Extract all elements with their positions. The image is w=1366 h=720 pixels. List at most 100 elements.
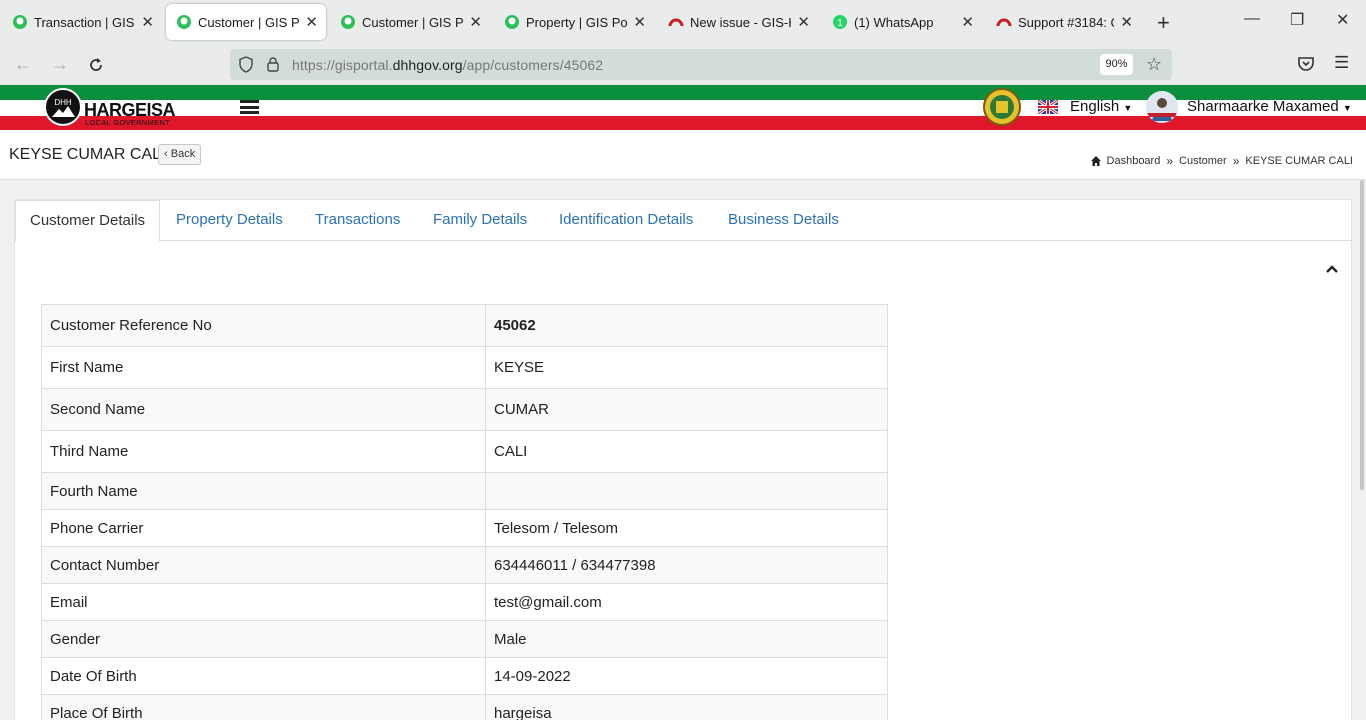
tab-property-details[interactable]: Property Details xyxy=(162,200,297,241)
avatar[interactable] xyxy=(1146,91,1178,123)
detail-label: Customer Reference No xyxy=(41,304,486,347)
back-arrow-icon[interactable]: ← xyxy=(14,54,32,75)
browser-tab-whatsapp[interactable]: 1 (1) WhatsApp ✕ xyxy=(822,4,982,40)
uk-flag-icon[interactable] xyxy=(1038,100,1058,114)
detail-label: Place Of Birth xyxy=(41,694,486,720)
logo-seal-icon: DHH xyxy=(44,88,82,126)
tab-transactions[interactable]: Transactions xyxy=(301,200,414,241)
table-row: Second Name CUMAR xyxy=(41,388,888,431)
table-row: Place Of Birth hargeisa xyxy=(41,694,888,720)
language-selector[interactable]: English ▼ xyxy=(1070,98,1132,115)
chevron-up-icon[interactable] xyxy=(1325,264,1339,274)
restore-icon[interactable]: ❐ xyxy=(1290,10,1304,30)
breadcrumb: Dashboard » Customer » KEYSE CUMAR CALI xyxy=(1090,154,1353,168)
detail-label: Contact Number xyxy=(41,546,486,584)
close-tab-icon[interactable]: ✕ xyxy=(141,13,154,31)
browser-tab-support[interactable]: Support #3184: Change ✕ xyxy=(986,4,1141,40)
user-menu[interactable]: Sharmaarke Maxamed ▼ xyxy=(1187,98,1352,115)
detail-value: test@gmail.com xyxy=(485,583,888,621)
national-emblem-icon xyxy=(983,88,1021,126)
close-tab-icon[interactable]: ✕ xyxy=(1120,13,1133,31)
browser-tab-title: Customer | GIS Portal xyxy=(362,14,464,30)
page-title: KEYSE CUMAR CALI xyxy=(9,146,166,163)
close-window-icon[interactable]: ✕ xyxy=(1336,10,1349,30)
close-tab-icon[interactable]: ✕ xyxy=(469,13,482,31)
browser-tab-customer-active[interactable]: Customer | GIS Portal ✕ xyxy=(166,4,326,40)
table-row: First Name KEYSE xyxy=(41,346,888,389)
menu-icon[interactable]: ☰ xyxy=(1334,53,1349,73)
logo-subtitle: LOCAL GOVERNMENT xyxy=(85,118,170,127)
minimize-icon[interactable]: — xyxy=(1244,10,1260,28)
redmine-favicon-icon xyxy=(996,18,1012,27)
tab-business-details[interactable]: Business Details xyxy=(714,200,853,241)
close-tab-icon[interactable]: ✕ xyxy=(633,13,646,31)
browser-tab-title: Property | GIS Portal xyxy=(526,14,628,30)
detail-label: Second Name xyxy=(41,388,486,431)
home-icon xyxy=(1090,156,1101,166)
caret-down-icon: ▼ xyxy=(1123,103,1133,113)
detail-value: CALI xyxy=(485,430,888,473)
close-tab-icon[interactable]: ✕ xyxy=(961,13,974,31)
browser-tab-customer[interactable]: Customer | GIS Portal ✕ xyxy=(330,4,490,40)
detail-value: 45062 xyxy=(485,304,888,347)
table-row: Date Of Birth 14-09-2022 xyxy=(41,657,888,695)
detail-value: Male xyxy=(485,620,888,658)
breadcrumb-current: KEYSE CUMAR CALI xyxy=(1245,155,1353,167)
table-row: Fourth Name xyxy=(41,472,888,510)
table-row: Contact Number 634446011 / 634477398 xyxy=(41,546,888,584)
breadcrumb-dashboard[interactable]: Dashboard xyxy=(1107,155,1161,167)
browser-tab-property[interactable]: Property | GIS Portal ✕ xyxy=(494,4,654,40)
address-bar[interactable]: https://gisportal.dhhgov.org/app/custome… xyxy=(230,49,1172,80)
back-button[interactable]: ‹ Back xyxy=(158,144,202,165)
browser-tab-transaction[interactable]: Transaction | GIS Portal ✕ xyxy=(2,4,162,40)
detail-value: hargeisa xyxy=(485,694,888,720)
page-scrollbar[interactable] xyxy=(1360,180,1364,490)
svg-text:1: 1 xyxy=(837,18,843,29)
table-row: Third Name CALI xyxy=(41,430,888,473)
new-tab-icon[interactable]: + xyxy=(1157,10,1170,36)
bookmark-star-icon[interactable]: ☆ xyxy=(1146,54,1162,75)
table-row: Email test@gmail.com xyxy=(41,583,888,621)
reload-icon[interactable] xyxy=(87,56,105,74)
zoom-level-badge[interactable]: 90% xyxy=(1100,54,1133,75)
tab-customer-details[interactable]: Customer Details xyxy=(15,200,161,242)
table-row: Customer Reference No 45062 xyxy=(41,304,888,347)
detail-label: Third Name xyxy=(41,430,486,473)
sidebar-toggle-icon[interactable] xyxy=(240,100,259,114)
pocket-icon[interactable] xyxy=(1297,56,1315,72)
browser-tab-title: Transaction | GIS Portal xyxy=(34,14,135,30)
detail-label: Fourth Name xyxy=(41,472,486,510)
whatsapp-favicon-icon: 1 xyxy=(833,15,847,29)
chevron-left-icon: ‹ xyxy=(164,148,168,160)
shield-icon[interactable] xyxy=(238,56,254,73)
detail-tabs: Customer Details Property Details Transa… xyxy=(15,200,1353,242)
close-tab-icon[interactable]: ✕ xyxy=(797,13,810,31)
browser-tab-title: (1) WhatsApp xyxy=(854,14,934,30)
lock-icon[interactable] xyxy=(266,56,280,73)
url-text: https://gisportal.dhhgov.org/app/custome… xyxy=(292,57,604,73)
breadcrumb-customer[interactable]: Customer xyxy=(1179,155,1227,167)
hargeisa-logo[interactable]: DHH HARGEISA LOCAL GOVERNMENT xyxy=(44,88,184,128)
tab-family-details[interactable]: Family Details xyxy=(419,200,541,241)
detail-value: CUMAR xyxy=(485,388,888,431)
detail-label: Gender xyxy=(41,620,486,658)
tab-identification-details[interactable]: Identification Details xyxy=(545,200,707,241)
detail-label: Phone Carrier xyxy=(41,509,486,547)
close-tab-icon[interactable]: ✕ xyxy=(305,13,318,31)
gis-favicon-icon xyxy=(341,15,355,29)
gis-favicon-icon xyxy=(13,15,27,29)
detail-value: 14-09-2022 xyxy=(485,657,888,695)
customer-details-table: Customer Reference No 45062 First Name KEY… xyxy=(41,304,888,720)
detail-value: Telesom / Telesom xyxy=(485,509,888,547)
svg-text:DHH: DHH xyxy=(54,98,72,107)
gis-favicon-icon xyxy=(177,15,191,29)
table-row: Phone Carrier Telesom / Telesom xyxy=(41,509,888,547)
caret-down-icon: ▼ xyxy=(1342,103,1352,113)
table-row: Gender Male xyxy=(41,620,888,658)
detail-value: KEYSE xyxy=(485,346,888,389)
browser-tab-new-issue[interactable]: New issue - GIS-Hargeisa ✕ xyxy=(658,4,818,40)
browser-navbar: ← → https://gisportal.dhhgov.org/app/cus… xyxy=(0,44,1366,85)
detail-value xyxy=(485,472,888,510)
page-header: KEYSE CUMAR CALI ‹ Back Dashboard » Cust… xyxy=(0,130,1366,180)
forward-arrow-icon[interactable]: → xyxy=(51,54,69,75)
